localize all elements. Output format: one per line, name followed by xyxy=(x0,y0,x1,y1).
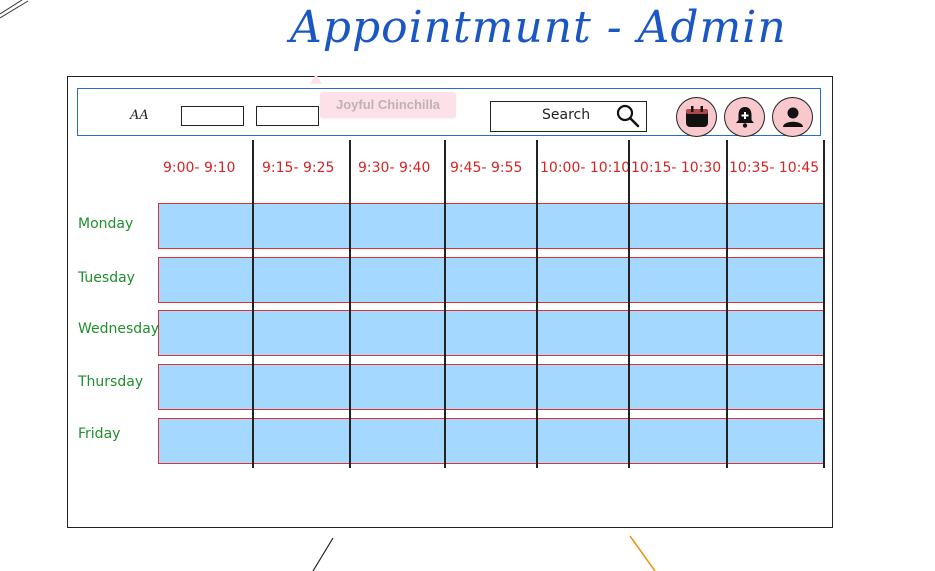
day-label: Tuesday xyxy=(78,270,135,286)
schedule-row-wednesday[interactable] xyxy=(158,310,825,356)
sketch-connector-line xyxy=(629,535,656,571)
notifications-button[interactable] xyxy=(724,97,765,137)
time-slot-header: 10:15- 10:30 xyxy=(631,160,722,176)
nav-box-1[interactable] xyxy=(181,106,244,126)
search-label: Search xyxy=(542,107,591,123)
sticky-note-pointer xyxy=(310,74,322,84)
page-title: Appointmunt - Admin xyxy=(290,2,787,53)
bell-icon xyxy=(735,107,754,128)
time-slot-header: 9:15- 9:25 xyxy=(262,160,335,176)
calendar-icon xyxy=(685,106,708,127)
user-icon xyxy=(782,107,803,127)
app-logo-text: AA xyxy=(130,108,149,123)
search-icon[interactable] xyxy=(615,103,641,129)
column-divider xyxy=(823,140,825,468)
time-slot-header: 9:45- 9:55 xyxy=(450,160,523,176)
corner-sketch-lines xyxy=(0,0,29,19)
time-slot-header: 9:00- 9:10 xyxy=(163,160,236,176)
nav-box-2[interactable] xyxy=(256,106,319,126)
schedule-row-thursday[interactable] xyxy=(158,364,825,410)
column-divider xyxy=(536,140,538,468)
time-slot-header: 9:30- 9:40 xyxy=(358,160,431,176)
column-divider xyxy=(252,140,254,468)
schedule-row-friday[interactable] xyxy=(158,418,825,464)
day-label: Friday xyxy=(78,426,121,442)
sticky-note: Joyful Chinchilla xyxy=(320,92,456,118)
calendar-button[interactable] xyxy=(676,97,717,137)
column-divider xyxy=(349,140,351,468)
day-label: Wednesday xyxy=(78,321,160,337)
column-divider xyxy=(726,140,728,468)
time-slot-header: 10:35- 10:45 xyxy=(729,160,820,176)
day-label: Thursday xyxy=(78,374,144,390)
sketch-connector-line xyxy=(312,537,334,571)
column-divider xyxy=(628,140,630,468)
time-slot-header: 10:00- 10:10 xyxy=(540,160,631,176)
schedule-row-monday[interactable] xyxy=(158,203,825,249)
day-label: Monday xyxy=(78,216,134,232)
profile-button[interactable] xyxy=(772,97,813,137)
schedule-row-tuesday[interactable] xyxy=(158,257,825,303)
column-divider xyxy=(444,140,446,468)
